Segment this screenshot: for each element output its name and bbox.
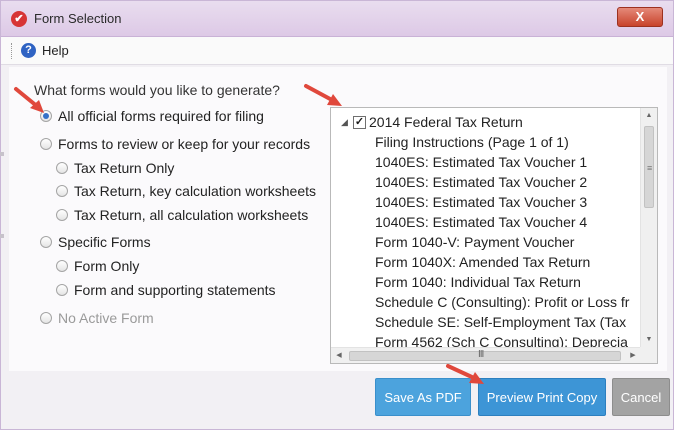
save-as-pdf-button[interactable]: Save As PDF xyxy=(375,378,471,416)
help-label: Help xyxy=(42,43,69,58)
tree-root-node[interactable]: ◢ ✓ 2014 Federal Tax Return xyxy=(341,112,523,132)
tree-item[interactable]: Form 1040X: Amended Tax Return xyxy=(375,252,590,272)
tree-item[interactable]: 1040ES: Estimated Tax Voucher 1 xyxy=(375,152,587,172)
radio-label: Tax Return Only xyxy=(74,160,175,176)
forms-tree-list[interactable]: ◢ ✓ 2014 Federal Tax Return Filing Instr… xyxy=(330,107,658,364)
radio-button-icon xyxy=(56,162,68,174)
left-edge-mark xyxy=(0,152,4,156)
horizontal-scroll-thumb[interactable]: III xyxy=(349,349,621,361)
preview-print-copy-button[interactable]: Preview Print Copy xyxy=(478,378,606,416)
radio-form-only[interactable]: Form Only xyxy=(56,258,139,274)
grip-icon: III xyxy=(478,349,484,360)
radio-form-supporting-statements[interactable]: Form and supporting statements xyxy=(56,282,276,298)
scrollbar-corner xyxy=(640,347,657,363)
tree-root-label: 2014 Federal Tax Return xyxy=(369,114,523,130)
help-icon: ? xyxy=(21,43,36,58)
tree-item[interactable]: Form 4562 (Sch C Consulting): Deprecia xyxy=(375,332,628,348)
close-button[interactable]: X xyxy=(617,7,663,27)
cancel-button[interactable]: Cancel xyxy=(612,378,670,416)
tree-item[interactable]: Schedule C (Consulting): Profit or Loss … xyxy=(375,292,629,312)
radio-button-icon xyxy=(40,110,52,122)
scroll-down-icon[interactable]: ▼ xyxy=(641,332,657,348)
radio-forms-to-review[interactable]: Forms to review or keep for your records xyxy=(40,136,310,152)
expand-triangle-icon[interactable]: ◢ xyxy=(341,117,353,128)
tree-item[interactable]: 1040ES: Estimated Tax Voucher 4 xyxy=(375,212,587,232)
window-title: Form Selection xyxy=(34,11,122,26)
radio-button-icon xyxy=(40,138,52,150)
radio-label: Form and supporting statements xyxy=(74,282,276,298)
radio-label: All official forms required for filing xyxy=(58,108,264,124)
vertical-scroll-thumb[interactable]: ≡ xyxy=(644,126,654,208)
tree-item[interactable]: Form 1040: Individual Tax Return xyxy=(375,272,581,292)
radio-label: Tax Return, all calculation worksheets xyxy=(74,207,309,223)
radio-specific-forms[interactable]: Specific Forms xyxy=(40,234,151,250)
radio-button-icon xyxy=(56,284,68,296)
radio-key-worksheets[interactable]: Tax Return, key calculation worksheets xyxy=(56,183,316,199)
radio-label: Tax Return, key calculation worksheets xyxy=(74,183,316,199)
radio-all-worksheets[interactable]: Tax Return, all calculation worksheets xyxy=(56,207,308,223)
radio-button-icon xyxy=(40,312,52,324)
scroll-left-icon[interactable]: ◀ xyxy=(331,348,347,364)
horizontal-scrollbar[interactable]: ◀ III ▶ xyxy=(331,347,641,363)
left-edge-mark xyxy=(0,234,4,238)
tree-item[interactable]: Schedule SE: Self-Employment Tax (Tax xyxy=(375,312,626,332)
radio-all-official-forms[interactable]: All official forms required for filing xyxy=(40,108,264,124)
radio-button-icon xyxy=(56,260,68,272)
title-bar: ✔ Form Selection X xyxy=(1,1,673,37)
question-label: What forms would you like to generate? xyxy=(34,82,280,98)
radio-button-icon xyxy=(56,209,68,221)
app-checkmark-icon: ✔ xyxy=(11,11,27,27)
radio-no-active-form: No Active Form xyxy=(40,310,154,326)
menu-bar: ? Help xyxy=(1,37,673,65)
root-checkbox[interactable]: ✓ xyxy=(353,115,366,129)
tree-viewport: ◢ ✓ 2014 Federal Tax Return Filing Instr… xyxy=(331,108,641,348)
radio-label: Forms to review or keep for your records xyxy=(58,136,311,152)
tree-item[interactable]: Form 1040-V: Payment Voucher xyxy=(375,232,574,252)
scroll-right-icon[interactable]: ▶ xyxy=(625,348,641,364)
radio-button-icon xyxy=(56,185,68,197)
radio-tax-return-only[interactable]: Tax Return Only xyxy=(56,160,174,176)
radio-label: No Active Form xyxy=(58,310,154,326)
tree-item[interactable]: 1040ES: Estimated Tax Voucher 2 xyxy=(375,172,587,192)
grip-icon: ≡ xyxy=(647,163,653,173)
radio-button-icon xyxy=(40,236,52,248)
tree-item[interactable]: Filing Instructions (Page 1 of 1) xyxy=(375,132,569,152)
toolbar-grip xyxy=(11,43,13,59)
radio-label: Form Only xyxy=(74,258,140,274)
tree-item[interactable]: 1040ES: Estimated Tax Voucher 3 xyxy=(375,192,587,212)
vertical-scrollbar[interactable]: ▲ ≡ ▼ xyxy=(640,108,657,348)
scroll-up-icon[interactable]: ▲ xyxy=(641,108,657,124)
radio-label: Specific Forms xyxy=(58,234,151,250)
